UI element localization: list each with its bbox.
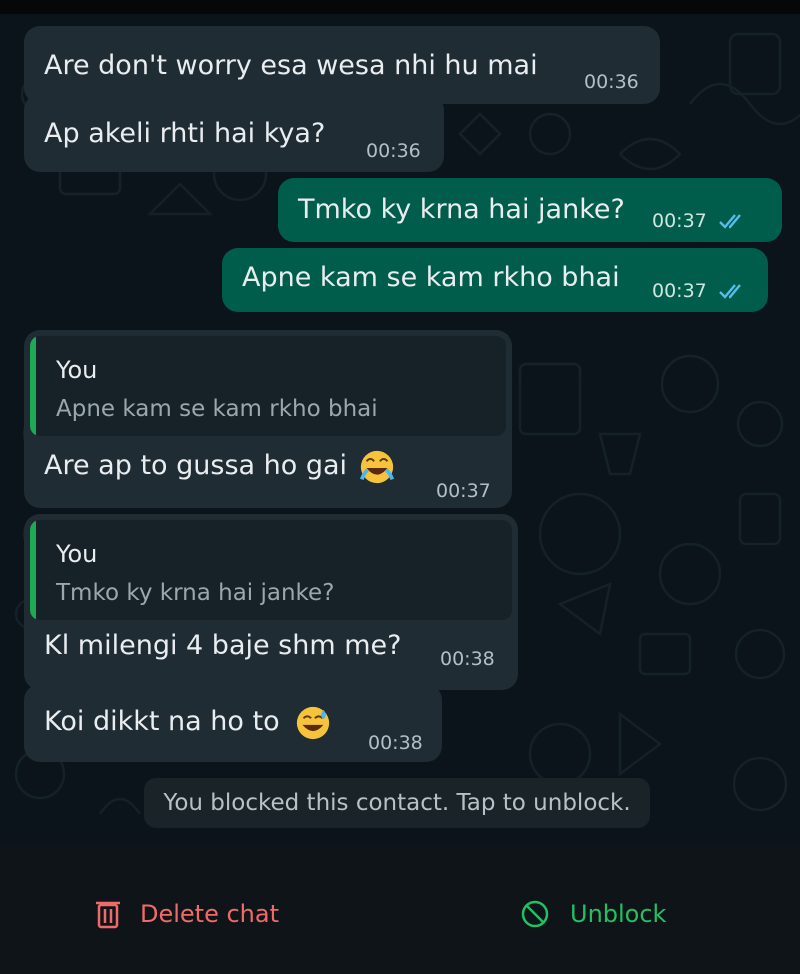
incoming-reply-message[interactable]: You Tmko ky krna hai janke? Kl milengi 4… (24, 514, 518, 690)
unblock-button[interactable]: Unblock (520, 896, 666, 932)
grinning-sweat-emoji (296, 706, 330, 740)
block-icon (521, 900, 549, 928)
quote-author: You (56, 356, 98, 384)
tears-of-joy-emoji (359, 450, 395, 484)
unblock-label: Unblock (570, 900, 667, 928)
message-text: Ap akeli rhti hai kya? (44, 118, 326, 149)
quote-author: You (56, 540, 98, 568)
message-time: 00:38 (440, 648, 495, 670)
chat-area[interactable]: Are don't worry esa wesa nhi hu mai 00:3… (0, 14, 800, 846)
message-time: 00:38 (368, 732, 423, 754)
delete-chat-button[interactable]: Delete chat (96, 896, 279, 932)
quoted-message[interactable]: You Apne kam se kam rkho bhai (30, 336, 506, 436)
outgoing-message[interactable]: Apne kam se kam rkho bhai 00:37 (222, 248, 768, 312)
quote-text: Apne kam se kam rkho bhai (56, 396, 378, 422)
blocked-contact-notice[interactable]: You blocked this contact. Tap to unblock… (144, 778, 650, 828)
quoted-message[interactable]: You Tmko ky krna hai janke? (30, 520, 512, 620)
double-check-icon (719, 214, 741, 229)
quote-accent-bar (30, 520, 36, 620)
incoming-message[interactable]: Koi dikkt na ho to 00:38 (24, 684, 442, 762)
quote-text: Tmko ky krna hai janke? (56, 580, 335, 606)
double-check-icon (719, 284, 741, 299)
incoming-message[interactable]: Ap akeli rhti hai kya? 00:36 (24, 94, 444, 172)
message-text: Apne kam se kam rkho bhai (242, 262, 620, 293)
message-text: Tmko ky krna hai janke? (298, 194, 625, 225)
message-text: Are don't worry esa wesa nhi hu mai (44, 50, 538, 81)
message-time: 00:37 (652, 210, 707, 232)
quote-accent-bar (30, 336, 36, 436)
message-time: 00:36 (584, 71, 639, 93)
incoming-message[interactable]: Are don't worry esa wesa nhi hu mai 00:3… (24, 26, 660, 104)
message-time: 00:36 (366, 140, 421, 162)
message-time: 00:37 (652, 280, 707, 302)
outgoing-message[interactable]: Tmko ky krna hai janke? 00:37 (278, 178, 782, 242)
message-text: Are ap to gussa ho gai (44, 450, 348, 481)
blocked-actions-bar: Delete chat Unblock (0, 846, 800, 974)
incoming-reply-message[interactable]: You Apne kam se kam rkho bhai Are ap to … (24, 330, 512, 508)
trash-icon (96, 901, 120, 929)
message-text: Koi dikkt na ho to (44, 706, 280, 737)
status-bar (0, 0, 800, 14)
message-text: Kl milengi 4 baje shm me? (44, 630, 402, 661)
message-time: 00:37 (436, 480, 491, 502)
delete-chat-label: Delete chat (140, 900, 280, 928)
